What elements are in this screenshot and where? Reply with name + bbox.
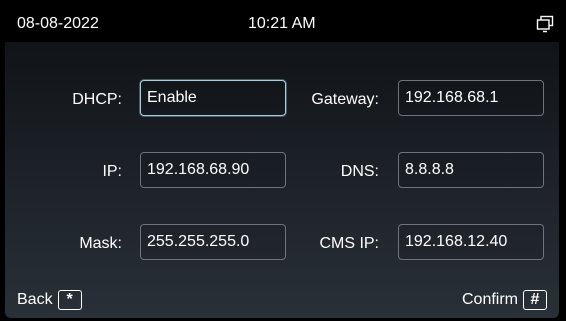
back-softkey[interactable]: Back *	[17, 290, 82, 310]
dhcp-field[interactable]: Enable	[140, 80, 286, 116]
status-date: 08-08-2022	[17, 15, 99, 32]
hash-key-icon: #	[523, 290, 547, 310]
status-bar: 08-08-2022 10:21 AM	[5, 6, 559, 42]
gateway-field[interactable]: 192.168.68.1	[398, 80, 544, 116]
mask-field[interactable]: 255.255.255.0	[140, 224, 286, 260]
confirm-softkey[interactable]: Confirm #	[462, 290, 547, 310]
cms-ip-label: CMS IP:	[319, 235, 379, 252]
ip-label: IP:	[102, 163, 122, 180]
gateway-label: Gateway:	[311, 91, 379, 108]
dns-label: DNS:	[340, 163, 379, 180]
status-time: 10:21 AM	[248, 15, 316, 32]
ip-field[interactable]: 192.168.68.90	[140, 152, 286, 188]
star-key-icon: *	[57, 290, 82, 310]
dhcp-label: DHCP:	[72, 91, 122, 108]
cms-ip-field[interactable]: 192.168.12.40	[398, 224, 544, 260]
mask-label: Mask:	[79, 235, 122, 252]
confirm-label: Confirm	[461, 291, 518, 308]
settings-screen: 08-08-2022 10:21 AM DHCP: Enable Gateway…	[5, 6, 559, 318]
window-restore-icon[interactable]	[536, 15, 554, 33]
back-label: Back	[17, 291, 53, 308]
dns-field[interactable]: 8.8.8.8	[398, 152, 544, 188]
